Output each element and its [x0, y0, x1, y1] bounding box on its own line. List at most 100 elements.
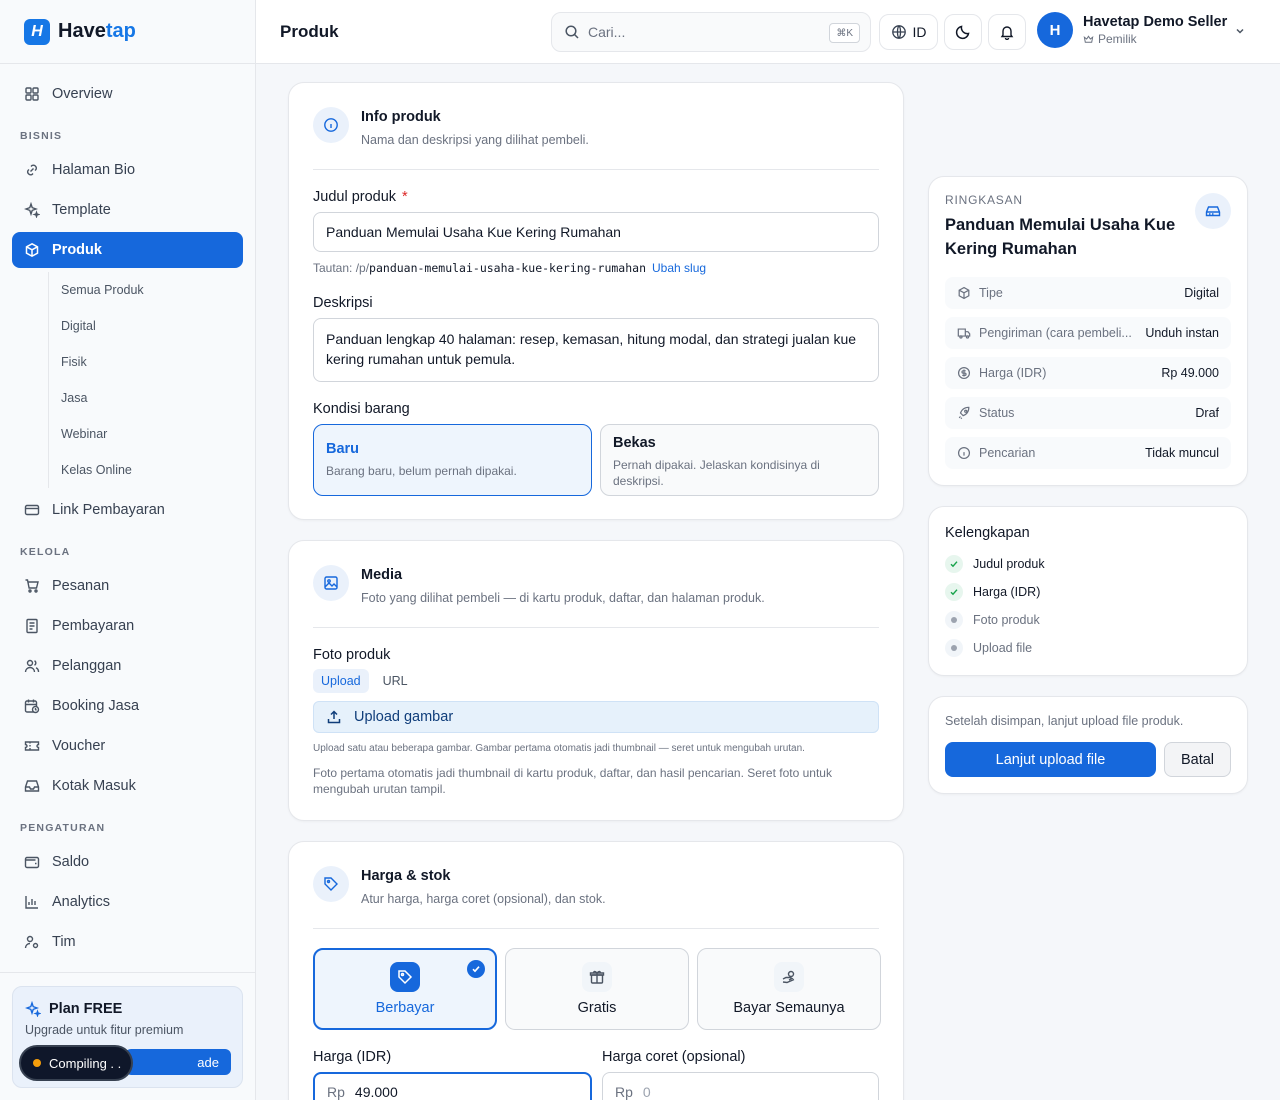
upload-image-button[interactable]: Upload gambar	[313, 701, 879, 733]
check-icon	[945, 555, 963, 573]
harga-input[interactable]: Rp 49.000	[313, 1072, 592, 1100]
sidebar-item-label: Produk	[52, 242, 102, 258]
search-input[interactable]: Cari... ⌘K	[551, 12, 871, 52]
inbox-icon	[1195, 193, 1231, 229]
sidebar-item-analytics[interactable]: Analytics	[12, 884, 243, 920]
card-title: Harga & stok	[361, 868, 451, 884]
tab-upload[interactable]: Upload	[313, 669, 369, 693]
subnav-item-fisik[interactable]: Fisik	[61, 344, 243, 380]
sidebar-item-pembayaran[interactable]: Pembayaran	[12, 608, 243, 644]
page-title: Produk	[280, 22, 339, 41]
sidebar-item-halaman-bio[interactable]: Halaman Bio	[12, 152, 243, 188]
summary-row-status: Status Draf	[945, 397, 1231, 429]
top-header: Produk Cari... ⌘K ID H Havetap Demo Sell…	[256, 0, 1280, 64]
judul-label: Judul produk *	[313, 189, 408, 205]
section-kelola: KELOLA	[20, 546, 71, 558]
kondisi-option-baru[interactable]: Baru Barang baru, belum pernah dipakai.	[313, 424, 592, 496]
sidebar-item-kotak-masuk[interactable]: Kotak Masuk	[12, 768, 243, 804]
slug-value: panduan-memulai-usaha-kue-kering-rumahan	[369, 261, 646, 275]
sidebar-item-produk[interactable]: Produk	[12, 232, 243, 268]
sidebar-item-pelanggan[interactable]: Pelanggan	[12, 648, 243, 684]
card-title: Media	[361, 567, 403, 583]
crown-icon	[1083, 34, 1094, 45]
sidebar-item-voucher[interactable]: Voucher	[12, 728, 243, 764]
cancel-button[interactable]: Batal	[1164, 742, 1231, 777]
receipt-icon	[24, 618, 40, 634]
sidebar-item-saldo[interactable]: Saldo	[12, 844, 243, 880]
subnav-item-jasa[interactable]: Jasa	[61, 380, 243, 416]
sidebar-item-pesanan[interactable]: Pesanan	[12, 568, 243, 604]
plan-subtitle: Upgrade untuk fitur premium	[25, 1023, 184, 1037]
card-header: Media Foto yang dilihat pembeli — di kar…	[313, 565, 765, 605]
sparkles-icon	[24, 202, 40, 218]
sidebar-item-link-pembayaran[interactable]: Link Pembayaran	[12, 492, 243, 528]
chevron-down-icon[interactable]	[1234, 24, 1246, 42]
upload-icon	[326, 709, 342, 725]
pricing-option-bayar-semaunya[interactable]: Bayar Semaunya	[697, 948, 881, 1030]
judul-input[interactable]: Panduan Memulai Usaha Kue Kering Rumahan	[313, 212, 879, 252]
info-produk-card: Info produk Nama dan deskripsi yang dili…	[288, 82, 904, 520]
upload-hint: Upload satu atau beberapa gambar. Gambar…	[313, 743, 805, 754]
lanjut-upload-button[interactable]: Lanjut upload file	[945, 742, 1156, 777]
kelengkapan-card: Kelengkapan Judul produk Harga (IDR) Fot…	[928, 506, 1248, 676]
sidebar-divider	[0, 972, 255, 973]
inbox-icon	[24, 778, 40, 794]
summary-row-harga: Harga (IDR) Rp 49.000	[945, 357, 1231, 389]
sidebar-item-label: Link Pembayaran	[52, 502, 165, 518]
sidebar-item-overview[interactable]: Overview	[12, 76, 243, 112]
check-icon	[467, 960, 485, 978]
sidebar-item-label: Overview	[52, 86, 113, 102]
summary-row-pengiriman: Pengiriman (cara pembeli... Unduh instan	[945, 317, 1231, 349]
notifications-button[interactable]	[988, 14, 1026, 50]
sidebar-item-tim[interactable]: Tim	[12, 924, 243, 960]
user-menu[interactable]: H Havetap Demo Seller Pemilik	[1037, 12, 1227, 48]
card-subtitle: Foto yang dilihat pembeli — di kartu pro…	[361, 591, 765, 605]
card-title: Info produk	[361, 109, 441, 125]
user-role: Pemilik	[1083, 32, 1227, 46]
deskripsi-textarea[interactable]: Panduan lengkap 40 halaman: resep, kemas…	[313, 318, 879, 382]
pricing-option-berbayar[interactable]: Berbayar	[313, 948, 497, 1030]
summary-row-pencarian: Pencarian Tidak muncul	[945, 437, 1231, 469]
subnav-item-semua-produk[interactable]: Semua Produk	[61, 272, 243, 308]
checklist-item-upload: Upload file	[945, 639, 1032, 657]
subnav-item-digital[interactable]: Digital	[61, 308, 243, 344]
thumbnail-note: Foto pertama otomatis jadi thumbnail di …	[313, 766, 832, 796]
rocket-icon	[957, 406, 971, 420]
actions-card: Setelah disimpan, lanjut upload file pro…	[928, 696, 1248, 794]
sidebar-item-label: Kotak Masuk	[52, 778, 136, 794]
box-icon	[957, 286, 971, 300]
havetap-logo-icon: H	[24, 18, 50, 45]
info-icon	[957, 446, 971, 460]
theme-toggle-button[interactable]	[944, 14, 982, 50]
sidebar-item-label: Pesanan	[52, 578, 110, 594]
harga-coret-input[interactable]: Rp 0	[602, 1072, 879, 1100]
summary-label: RINGKASAN	[945, 193, 1023, 207]
sidebar-item-label: Halaman Bio	[52, 162, 136, 178]
check-icon	[945, 583, 963, 601]
pricing-option-gratis[interactable]: Gratis	[505, 948, 689, 1030]
divider	[313, 928, 879, 929]
brand[interactable]: H Havetap	[0, 0, 255, 64]
language-button[interactable]: ID	[879, 14, 938, 50]
status-dot-icon	[33, 1059, 41, 1067]
dollar-circle-icon	[957, 366, 971, 380]
user-gear-icon	[24, 934, 40, 950]
kondisi-option-bekas[interactable]: Bekas Pernah dipakai. Jelaskan kondisiny…	[600, 424, 879, 496]
ubah-slug-link[interactable]: Ubah slug	[652, 261, 706, 275]
subnav-item-webinar[interactable]: Webinar	[61, 416, 243, 452]
ticket-icon	[24, 738, 40, 754]
section-pengaturan: PENGATURAN	[20, 822, 106, 834]
calendar-clock-icon	[24, 698, 40, 714]
info-icon	[313, 107, 349, 143]
sidebar-item-booking-jasa[interactable]: Booking Jasa	[12, 688, 243, 724]
tab-url[interactable]: URL	[375, 669, 416, 693]
sidebar-item-template[interactable]: Template	[12, 192, 243, 228]
subnav-item-kelas-online[interactable]: Kelas Online	[61, 452, 243, 488]
grid-icon	[24, 86, 40, 102]
search-shortcut: ⌘K	[829, 23, 860, 43]
sidebar: H Havetap Overview BISNIS Halaman Bio Te…	[0, 0, 256, 1100]
upgrade-button[interactable]: ade	[125, 1049, 231, 1075]
pending-dot-icon	[945, 611, 963, 629]
sidebar-item-label: Saldo	[52, 854, 90, 870]
card-subtitle: Atur harga, harga coret (opsional), dan …	[361, 892, 606, 906]
